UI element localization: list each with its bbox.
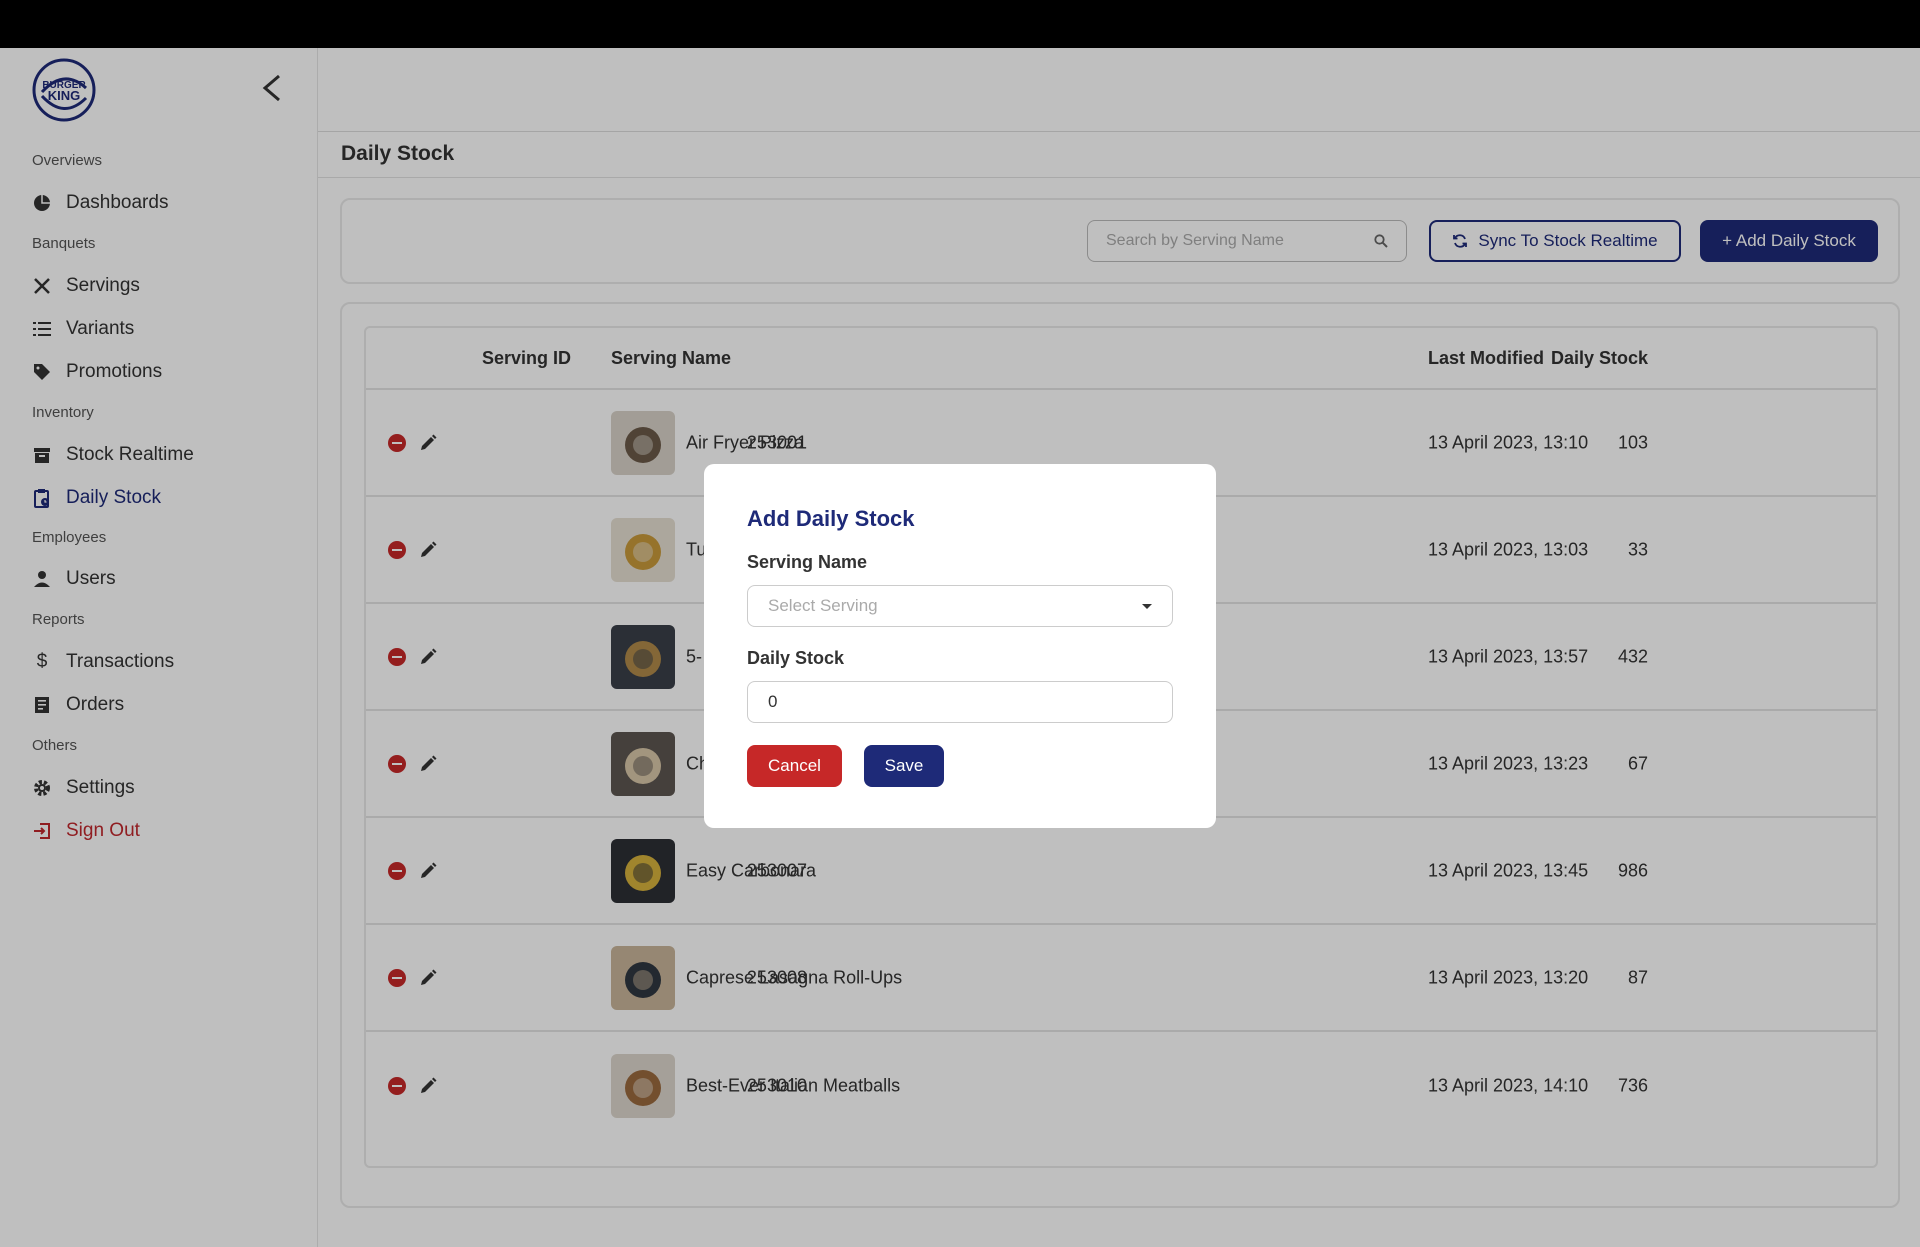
serving-select[interactable]: Select Serving: [747, 585, 1173, 627]
save-button[interactable]: Save: [864, 745, 944, 787]
serving-select-placeholder: Select Serving: [768, 596, 878, 615]
daily-stock-input[interactable]: [747, 681, 1173, 723]
modal-title: Add Daily Stock: [747, 506, 915, 531]
add-daily-stock-modal: Add Daily Stock Serving Name Select Serv…: [704, 464, 1216, 828]
top-black-bar: [0, 0, 1920, 48]
caret-down-icon: [1142, 603, 1152, 609]
daily-stock-label: Daily Stock: [747, 648, 845, 668]
cancel-button[interactable]: Cancel: [747, 745, 842, 787]
serving-name-label: Serving Name: [747, 552, 868, 572]
